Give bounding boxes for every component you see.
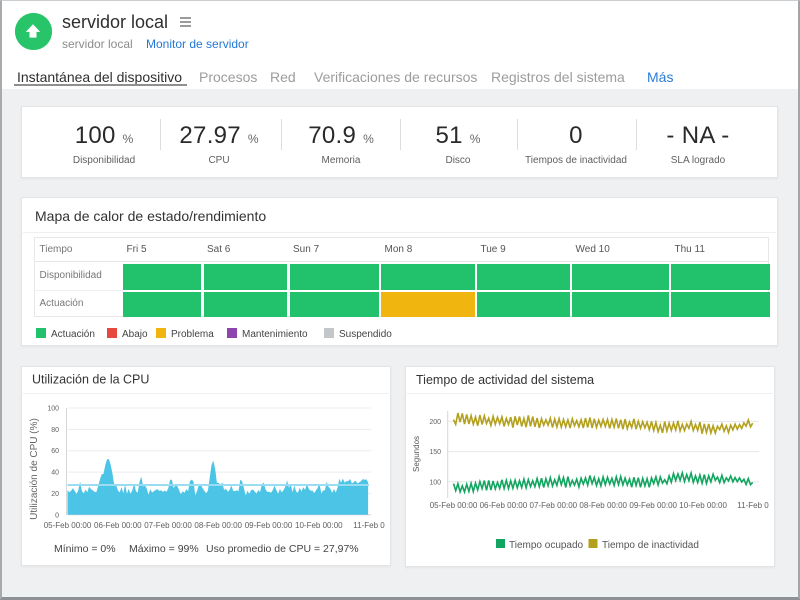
svg-text:80: 80 <box>51 427 59 434</box>
svg-text:100: 100 <box>47 406 59 413</box>
svg-text:0: 0 <box>55 512 59 519</box>
svg-text:40: 40 <box>51 470 59 477</box>
svg-text:200: 200 <box>429 419 441 426</box>
svg-text:05-Feb 00:00: 05-Feb 00:00 <box>44 521 92 530</box>
svg-text:Uso promedio de CPU = 27,97%: Uso promedio de CPU = 27,97% <box>206 543 359 555</box>
svg-text:07-Feb 00:00: 07-Feb 00:00 <box>530 501 578 510</box>
svg-text:Utilización de CPU (%): Utilización de CPU (%) <box>29 418 40 520</box>
svg-text:10-Feb 00:00: 10-Feb 00:00 <box>679 501 727 510</box>
svg-text:06-Feb 00:00: 06-Feb 00:00 <box>480 501 528 510</box>
svg-text:Tiempo de actividad del sistem: Tiempo de actividad del sistema <box>416 373 594 387</box>
svg-text:05-Feb 00:00: 05-Feb 00:00 <box>430 501 478 510</box>
svg-text:11-Feb 0: 11-Feb 0 <box>353 521 385 530</box>
svg-text:Segundos: Segundos <box>412 436 421 472</box>
svg-text:Mínimo = 0%: Mínimo = 0% <box>54 543 116 555</box>
svg-text:11-Feb 0: 11-Feb 0 <box>737 501 769 510</box>
svg-text:09-Feb 00:00: 09-Feb 00:00 <box>629 501 677 510</box>
svg-text:08-Feb 00:00: 08-Feb 00:00 <box>194 521 242 530</box>
svg-text:Tiempo de inactividad: Tiempo de inactividad <box>602 540 699 551</box>
svg-text:Tiempo ocupado: Tiempo ocupado <box>509 540 584 551</box>
svg-text:10-Feb 00:00: 10-Feb 00:00 <box>295 521 343 530</box>
svg-text:Utilización de la CPU: Utilización de la CPU <box>32 373 149 387</box>
svg-text:60: 60 <box>51 448 59 455</box>
svg-text:20: 20 <box>51 491 59 498</box>
svg-text:07-Feb 00:00: 07-Feb 00:00 <box>144 521 192 530</box>
svg-text:100: 100 <box>429 479 441 486</box>
svg-text:09-Feb 00:00: 09-Feb 00:00 <box>245 521 293 530</box>
svg-text:150: 150 <box>429 449 441 456</box>
svg-text:06-Feb 00:00: 06-Feb 00:00 <box>94 521 142 530</box>
svg-text:08-Feb 00:00: 08-Feb 00:00 <box>579 501 627 510</box>
svg-text:Máximo = 99%: Máximo = 99% <box>129 543 199 555</box>
